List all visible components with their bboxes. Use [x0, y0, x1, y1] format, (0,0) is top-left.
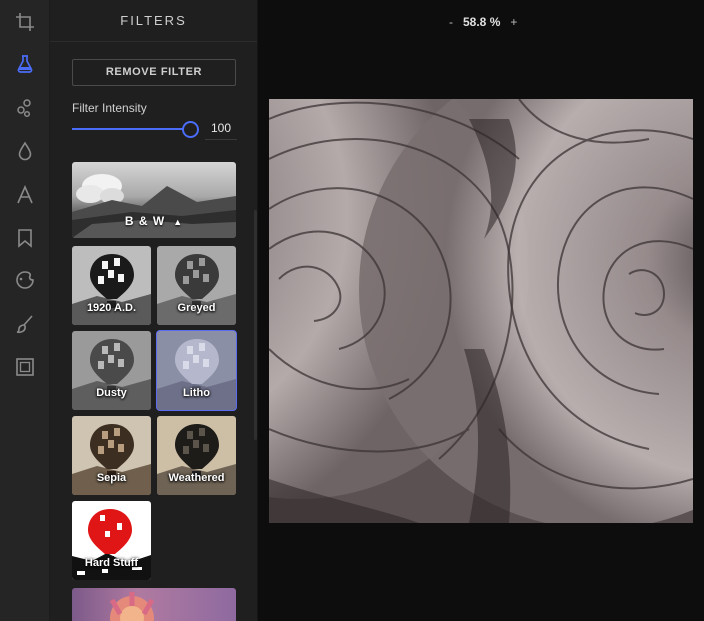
- filter-group-label: B & W ▲: [124, 214, 184, 228]
- drop-icon: [18, 141, 32, 161]
- zoom-control: - 58.8 % +: [449, 15, 517, 29]
- adjust-icon: [17, 99, 31, 118]
- frame-icon: [16, 358, 34, 376]
- filter-intensity-label: Filter Intensity: [72, 101, 147, 115]
- bookmark-tool-button[interactable]: [0, 218, 50, 258]
- crop-icon: [16, 13, 34, 31]
- filter-label: Greyed: [177, 302, 216, 314]
- crop-tool-button[interactable]: [0, 2, 50, 42]
- filter-label: Sepia: [96, 472, 127, 484]
- filter-tool-button[interactable]: [0, 44, 50, 84]
- panel-scrollbar[interactable]: [254, 210, 257, 440]
- zoom-out-button[interactable]: -: [449, 15, 453, 29]
- canvas-area: - 58.8 % +: [259, 0, 704, 621]
- filters-panel: FILTERS REMOVE FILTER Filter Intensity 1…: [50, 0, 258, 621]
- tool-sidebar: [0, 0, 50, 621]
- frame-tool-button[interactable]: [0, 347, 50, 387]
- remove-filter-button[interactable]: REMOVE FILTER: [72, 59, 236, 86]
- filter-group-bw[interactable]: B & W ▲: [72, 162, 236, 238]
- filter-thumb-1920ad[interactable]: 1920 A.D.: [72, 246, 151, 325]
- roses-photo-image: [269, 99, 693, 523]
- filter-thumb-hard-stuff[interactable]: Hard Stuff: [72, 501, 151, 580]
- filter-label: Dusty: [96, 387, 127, 399]
- drop-tool-button[interactable]: [0, 131, 50, 171]
- slider-thumb[interactable]: [182, 121, 199, 138]
- filter-thumb-sepia[interactable]: Sepia: [72, 416, 151, 495]
- brush-tool-button[interactable]: [0, 304, 50, 344]
- filter-label: Litho: [183, 387, 210, 399]
- brush-icon: [16, 315, 33, 334]
- filter-label: Hard Stuff: [84, 557, 139, 569]
- flower-group-image: [109, 592, 155, 621]
- filter-thumb-dusty[interactable]: Dusty: [72, 331, 151, 410]
- zoom-level: 58.8 %: [463, 15, 501, 29]
- filter-flask-icon: [17, 55, 33, 73]
- sticker-tool-button[interactable]: [0, 260, 50, 300]
- filter-thumb-litho[interactable]: Litho: [156, 330, 237, 411]
- filter-intensity-value[interactable]: 100: [205, 114, 237, 140]
- filter-intensity-slider[interactable]: [72, 121, 199, 138]
- bookmark-icon: [18, 229, 32, 248]
- text-tool-button[interactable]: [0, 175, 50, 215]
- edited-photo[interactable]: [269, 99, 693, 523]
- zoom-in-button[interactable]: +: [510, 15, 517, 29]
- filter-label: Weathered: [168, 472, 225, 484]
- filter-label: 1920 A.D.: [86, 302, 137, 314]
- caret-up-icon: ▲: [173, 217, 184, 227]
- filter-thumb-greyed[interactable]: Greyed: [157, 246, 236, 325]
- text-icon: [17, 185, 33, 204]
- adjust-tool-button[interactable]: [0, 88, 50, 128]
- slider-fill: [72, 128, 190, 130]
- panel-title: FILTERS: [50, 0, 257, 42]
- sticker-icon: [16, 271, 34, 289]
- filter-thumb-weathered[interactable]: Weathered: [157, 416, 236, 495]
- filter-group-next[interactable]: [72, 588, 236, 621]
